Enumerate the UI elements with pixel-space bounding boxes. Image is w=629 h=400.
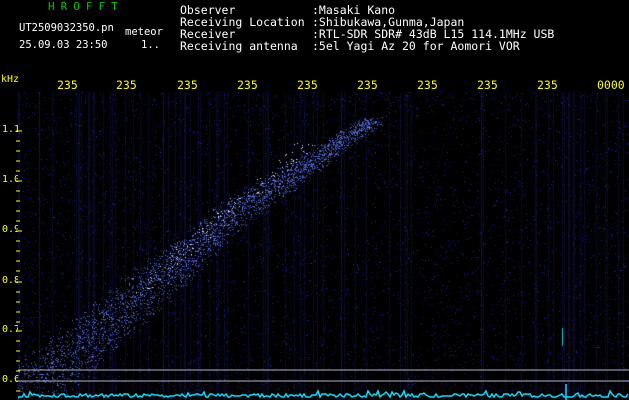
y-axis-tick-marks [16, 130, 22, 392]
axis-overlay [16, 130, 629, 400]
baseline-signal [18, 389, 629, 399]
